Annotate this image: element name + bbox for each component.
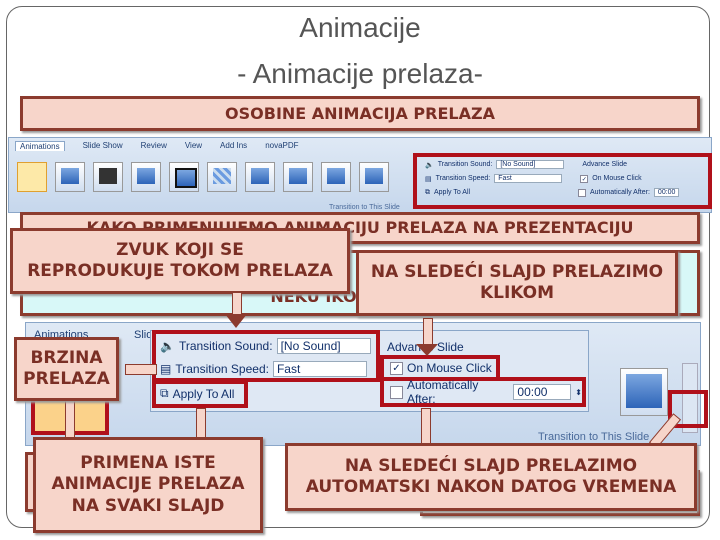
time-input[interactable]: 00:00 bbox=[653, 188, 680, 197]
transition-thumb[interactable] bbox=[283, 162, 313, 192]
zvuk-box: ZVUK KOJI SE REPRODUKUJE TOKOM PRELAZA bbox=[10, 228, 350, 294]
klik-box: NA SLEDEĆI SLAJD PRELAZIMO KLIKOM bbox=[356, 250, 678, 316]
brzina-box: BRZINA PRELAZA bbox=[14, 337, 119, 401]
arrow-up bbox=[421, 408, 431, 446]
transition-thumb[interactable] bbox=[321, 162, 351, 192]
automatically-after-checkbox[interactable] bbox=[390, 385, 403, 399]
transition-thumb-up[interactable] bbox=[620, 368, 668, 416]
zvuk-line: REPRODUKUJE TOKOM PRELAZA bbox=[27, 261, 333, 281]
transition-gallery bbox=[17, 162, 389, 192]
automatically-after-checkbox[interactable] bbox=[578, 188, 586, 197]
tab-view[interactable]: View bbox=[185, 141, 202, 151]
brzina-line: PRELAZA bbox=[23, 369, 110, 389]
on-mouse-click-checkbox[interactable]: ✓ bbox=[390, 361, 403, 375]
automatically-after-label: Automatically After: bbox=[406, 378, 479, 406]
transition-thumb[interactable] bbox=[169, 162, 199, 192]
apply-to-all-button[interactable]: Apply To All bbox=[173, 387, 235, 401]
primena-line: ANIMACIJE PRELAZA bbox=[51, 474, 245, 495]
klik-line: NA SLEDEĆI SLAJD PRELAZIMO bbox=[370, 261, 664, 282]
on-mouse-click-label: On Mouse Click bbox=[592, 175, 642, 182]
klik-line: KLIKOM bbox=[479, 283, 555, 303]
on-mouse-click-checkbox[interactable]: ✓ bbox=[580, 174, 589, 183]
speed-icon: ▤ bbox=[160, 362, 172, 376]
transition-speed-row: ▤ Transition Speed: Fast bbox=[160, 361, 367, 377]
transition-thumb[interactable] bbox=[207, 162, 237, 192]
group-label: Transition to This Slide bbox=[329, 204, 400, 211]
primena-line: NA SVAKI SLAJD bbox=[71, 495, 225, 516]
sound-icon: 🔈 bbox=[160, 339, 175, 353]
sound-icon: 🔈 bbox=[425, 161, 434, 169]
transition-thumb[interactable] bbox=[93, 162, 123, 192]
slide-title: Animacije bbox=[299, 12, 421, 43]
automatically-after-label: Automatically After: bbox=[590, 189, 650, 196]
apply-all-icon: ⧉ bbox=[160, 386, 169, 400]
transition-thumb[interactable] bbox=[17, 162, 47, 192]
automatically-after-highlight: Automatically After: 00:00 ⬍ bbox=[380, 377, 586, 407]
auto-line: NA SLEDEĆI SLAJD PRELAZIMO bbox=[344, 455, 638, 476]
tab-review[interactable]: Review bbox=[141, 141, 167, 151]
transition-sound-dropdown[interactable]: [No Sound] bbox=[496, 160, 565, 169]
transition-speed-label: Transition Speed: bbox=[435, 175, 491, 182]
tab-novapdf[interactable]: novaPDF bbox=[265, 141, 298, 151]
time-input[interactable]: 00:00 bbox=[513, 384, 572, 400]
auto-line: AUTOMATSKI NAKON DATOG VREMENA bbox=[305, 477, 677, 497]
transition-speed-dropdown[interactable]: Fast bbox=[272, 361, 367, 377]
group-label-zoomed: Transition to This Slide bbox=[538, 431, 650, 443]
transition-speed-dropdown[interactable]: Fast bbox=[494, 174, 563, 183]
primena-line: PRIMENA ISTE bbox=[80, 453, 216, 474]
ribbon-tabs: Animations Slide Show Review View Add In… bbox=[9, 138, 711, 154]
automatski-box: NA SLEDEĆI SLAJD PRELAZIMO AUTOMATSKI NAK… bbox=[285, 443, 697, 511]
apply-to-all-button[interactable]: Apply To All bbox=[434, 189, 574, 196]
ribbon-top-options-highlight: 🔈 Transition Sound: [No Sound] Advance Slid… bbox=[413, 153, 712, 209]
zvuk-line: ZVUK KOJI SE bbox=[116, 239, 244, 260]
advance-slide-label: Advance Slide bbox=[582, 161, 628, 168]
transition-thumb[interactable] bbox=[245, 162, 275, 192]
apply-to-all-row: ⧉ Apply To All bbox=[160, 386, 234, 401]
transition-sound-label: Transition Sound: bbox=[178, 339, 273, 353]
transition-sound-row: 🔈 Transition Sound: [No Sound] bbox=[160, 338, 371, 354]
tab-animations[interactable]: Animations bbox=[15, 141, 65, 151]
transition-sound-label: Transition Sound: bbox=[437, 161, 493, 168]
arrow-up bbox=[65, 400, 75, 440]
transition-thumb[interactable] bbox=[55, 162, 85, 192]
primena-box: PRIMENA ISTE ANIMACIJE PRELAZA NA SVAKI SL… bbox=[33, 437, 263, 533]
brzina-line: BRZINA bbox=[30, 347, 103, 368]
transition-sound-dropdown[interactable]: [No Sound] bbox=[276, 338, 371, 354]
on-mouse-click-label: On Mouse Click bbox=[407, 361, 492, 375]
tab-slide-show[interactable]: Slide Show bbox=[83, 141, 123, 151]
osobine-box: OSOBINE ANIMACIJA PRELAZA bbox=[20, 96, 700, 131]
transition-thumb[interactable] bbox=[359, 162, 389, 192]
transition-thumb[interactable] bbox=[131, 162, 161, 192]
arrow-down bbox=[232, 292, 242, 316]
arrow-down-head bbox=[416, 344, 438, 356]
arrow-up bbox=[196, 408, 206, 440]
apply-all-icon: ⧉ bbox=[425, 188, 430, 196]
transition-speed-label: Transition Speed: bbox=[175, 362, 269, 376]
slide-subtitle: - Animacije prelaza- bbox=[237, 58, 483, 89]
speed-icon: ▤ bbox=[425, 175, 432, 183]
arrow-right bbox=[125, 364, 157, 375]
tab-add-ins[interactable]: Add Ins bbox=[220, 141, 247, 151]
arrow-down-head bbox=[225, 314, 247, 328]
spinner-icon[interactable]: ⬍ bbox=[575, 388, 582, 397]
